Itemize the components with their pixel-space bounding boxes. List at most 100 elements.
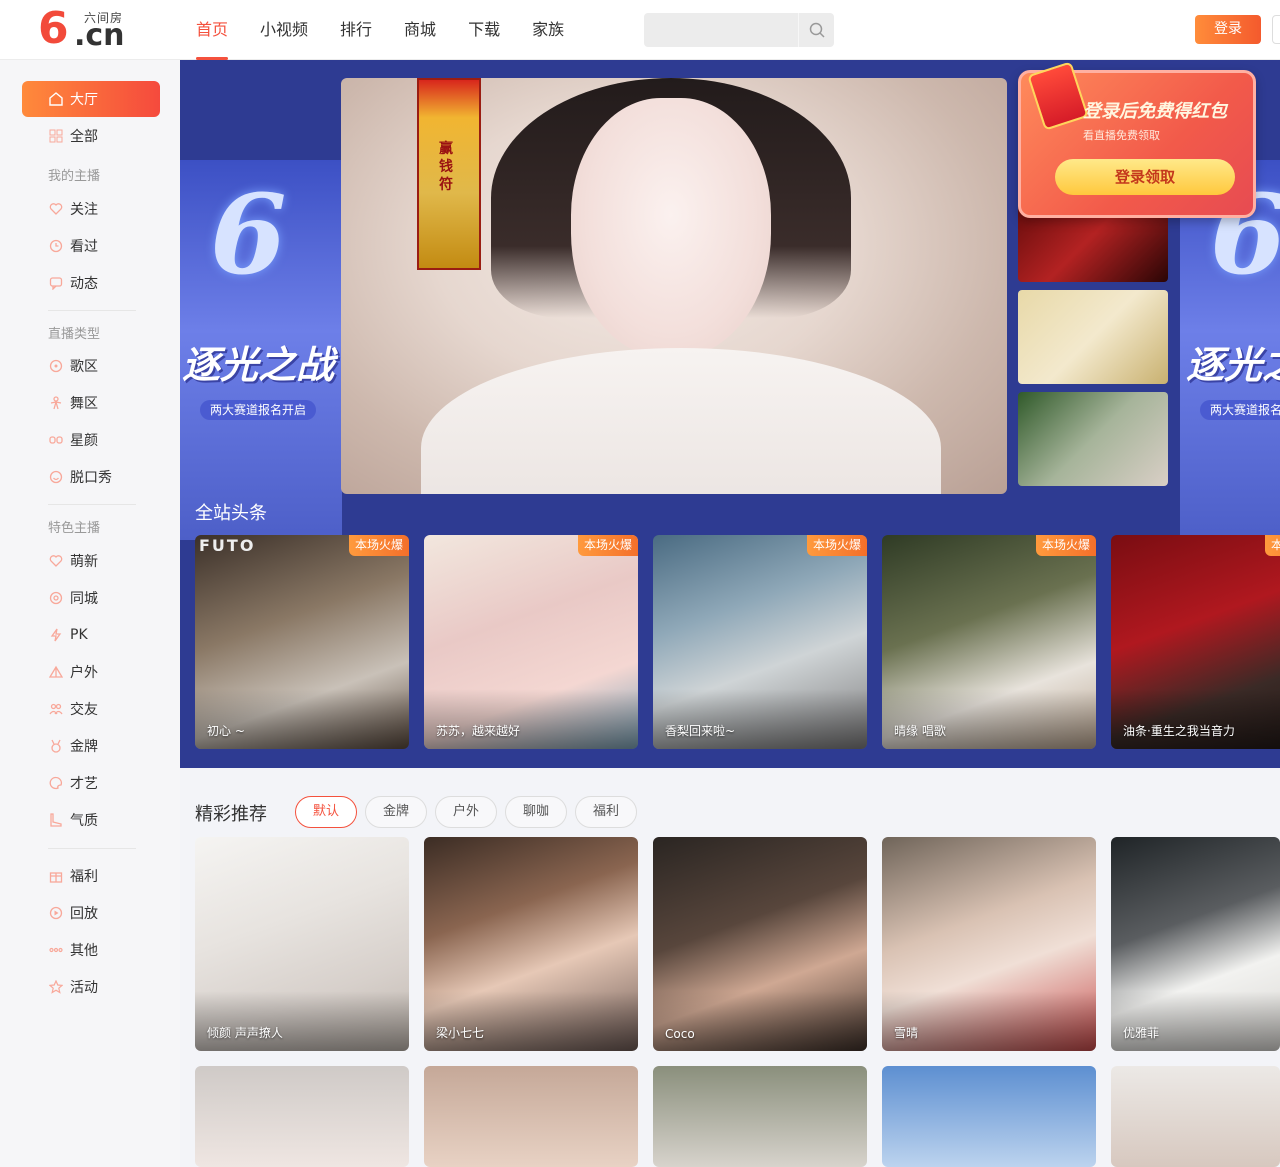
- sidebar-item-activity[interactable]: 活动: [22, 969, 160, 1005]
- sidebar-divider: [48, 310, 136, 311]
- recommend-card[interactable]: [424, 1066, 638, 1167]
- sidebar-item-label: 活动: [70, 980, 98, 996]
- recommend-card[interactable]: [1111, 1066, 1280, 1167]
- search-button[interactable]: [798, 13, 834, 47]
- card-shade: [1111, 689, 1280, 749]
- sidebar-item-label: 福利: [70, 869, 98, 885]
- glasses-icon: [48, 432, 64, 448]
- hero-section: 6 逐光之战 两大赛道报名开启 6 逐光之战 两大赛道报名开启 赢钱符 登录后免…: [180, 60, 1280, 768]
- play-icon: [48, 905, 64, 921]
- anchor-name: 晴缘 唱歌: [894, 724, 946, 738]
- headline-card[interactable]: 本场火爆 苏苏，越来越好: [424, 535, 638, 749]
- sidebar-item-local[interactable]: 同城: [22, 580, 160, 616]
- claim-red-packet-button[interactable]: 登录领取: [1055, 159, 1235, 195]
- video-subject-body: [421, 348, 941, 494]
- sidebar-item-label: 脱口秀: [70, 470, 112, 486]
- location-icon: [48, 590, 64, 606]
- sidebar-item-label: 舞区: [70, 396, 98, 412]
- sidebar-divider: [48, 848, 136, 849]
- recommend-card[interactable]: [882, 1066, 1096, 1167]
- anchor-name: 油条·重生之我当音力: [1123, 724, 1235, 738]
- sidebar-item-follow[interactable]: 关注: [22, 191, 160, 227]
- filter-tag-outdoor[interactable]: 户外: [435, 796, 497, 828]
- heart-icon: [48, 201, 64, 217]
- sidebar-item-talkshow[interactable]: 脱口秀: [22, 459, 160, 495]
- sidebar-item-label: 歌区: [70, 359, 98, 375]
- sidebar-item-label: 户外: [70, 665, 98, 681]
- promo-banner-left[interactable]: 6 逐光之战 两大赛道报名开启: [180, 160, 342, 540]
- recommend-card[interactable]: [653, 1066, 867, 1167]
- section-featured: 特色主播: [48, 521, 101, 536]
- anchor-name: 优雅菲: [1123, 1026, 1160, 1040]
- search-input[interactable]: [644, 13, 798, 47]
- nav-mall[interactable]: 商城: [388, 0, 452, 60]
- recommend-card[interactable]: 优雅菲: [1111, 837, 1280, 1051]
- sidebar-item-label: 回放: [70, 906, 98, 922]
- register-button[interactable]: [1272, 15, 1280, 44]
- anchor-name: 香梨回来啦~: [665, 724, 736, 738]
- sidebar-item-label: 大厅: [70, 92, 98, 108]
- nav-home[interactable]: 首页: [180, 0, 244, 60]
- recommend-title: 精彩推荐: [195, 804, 267, 825]
- recommend-card[interactable]: Coco: [653, 837, 867, 1051]
- section-live-types: 直播类型: [48, 327, 101, 342]
- headline-card[interactable]: 本场火爆 香梨回来啦~: [653, 535, 867, 749]
- grid-icon: [48, 128, 64, 144]
- anchor-name: 初心 ~: [207, 724, 245, 738]
- sidebar-item-label: 动态: [70, 276, 98, 292]
- users-icon: [48, 701, 64, 717]
- sidebar-item-singing[interactable]: 歌区: [22, 348, 160, 384]
- sidebar-item-all[interactable]: 全部: [22, 118, 160, 154]
- site-logo[interactable]: 6 六间房 .cn: [38, 7, 130, 52]
- boot-icon: [48, 812, 64, 828]
- nav-ranking[interactable]: 排行: [324, 0, 388, 60]
- live-thumbnail[interactable]: [1018, 290, 1168, 384]
- recommend-card[interactable]: 梁小七七: [424, 837, 638, 1051]
- card-shade: [653, 991, 867, 1051]
- sidebar-item-replay[interactable]: 回放: [22, 895, 160, 931]
- sidebar-item-social[interactable]: 交友: [22, 691, 160, 727]
- headline-card[interactable]: 本场火爆 晴缘 唱歌: [882, 535, 1096, 749]
- chat-icon: [48, 275, 64, 291]
- palette-icon: [48, 775, 64, 791]
- smile-icon: [48, 469, 64, 485]
- anchor-name: 雪晴: [894, 1026, 919, 1040]
- sidebar-item-feed[interactable]: 动态: [22, 265, 160, 301]
- sidebar-item-label: 才艺: [70, 776, 98, 792]
- headlines-title: 全站头条: [195, 503, 267, 524]
- filter-tag-chat[interactable]: 聊咖: [505, 796, 567, 828]
- sidebar-item-gold[interactable]: 金牌: [22, 728, 160, 764]
- sidebar-item-dance[interactable]: 舞区: [22, 385, 160, 421]
- sidebar-item-outdoor[interactable]: 户外: [22, 654, 160, 690]
- sidebar-item-hall[interactable]: 大厅: [22, 81, 160, 117]
- recommend-card[interactable]: 雪晴: [882, 837, 1096, 1051]
- login-button[interactable]: 登录: [1195, 15, 1261, 44]
- nav-family[interactable]: 家族: [516, 0, 580, 60]
- lightning-icon: [48, 627, 64, 643]
- sidebar-item-history[interactable]: 看过: [22, 228, 160, 264]
- tent-icon: [48, 664, 64, 680]
- recommend-card[interactable]: [195, 1066, 409, 1167]
- hot-badge: 本场火爆: [348, 535, 409, 556]
- headline-card[interactable]: FUTO 本场火爆 初心 ~: [195, 535, 409, 749]
- sidebar-item-talent[interactable]: 才艺: [22, 765, 160, 801]
- dancer-icon: [48, 395, 64, 411]
- filter-tag-default[interactable]: 默认: [295, 796, 357, 828]
- sidebar-item-pk[interactable]: PK: [22, 617, 160, 653]
- card-shade: [195, 991, 409, 1051]
- live-thumbnail[interactable]: [1018, 392, 1168, 486]
- nav-download[interactable]: 下载: [452, 0, 516, 60]
- headline-card[interactable]: 本场火爆 油条·重生之我当音力: [1111, 535, 1280, 749]
- nav-short-video[interactable]: 小视频: [244, 0, 324, 60]
- sidebar-item-other[interactable]: 其他: [22, 932, 160, 968]
- main-live-video[interactable]: 赢钱符: [341, 78, 1007, 494]
- filter-tag-welfare[interactable]: 福利: [575, 796, 637, 828]
- star-icon: [48, 979, 64, 995]
- sidebar-item-newbie[interactable]: 萌新: [22, 543, 160, 579]
- red-packet-subtitle: 看直播免费领取: [1083, 129, 1160, 142]
- sidebar-item-beauty[interactable]: 星颜: [22, 422, 160, 458]
- recommend-card[interactable]: 倾颜 声声撩人: [195, 837, 409, 1051]
- filter-tag-gold[interactable]: 金牌: [365, 796, 427, 828]
- sidebar-item-temperament[interactable]: 气质: [22, 802, 160, 838]
- sidebar-item-welfare[interactable]: 福利: [22, 858, 160, 894]
